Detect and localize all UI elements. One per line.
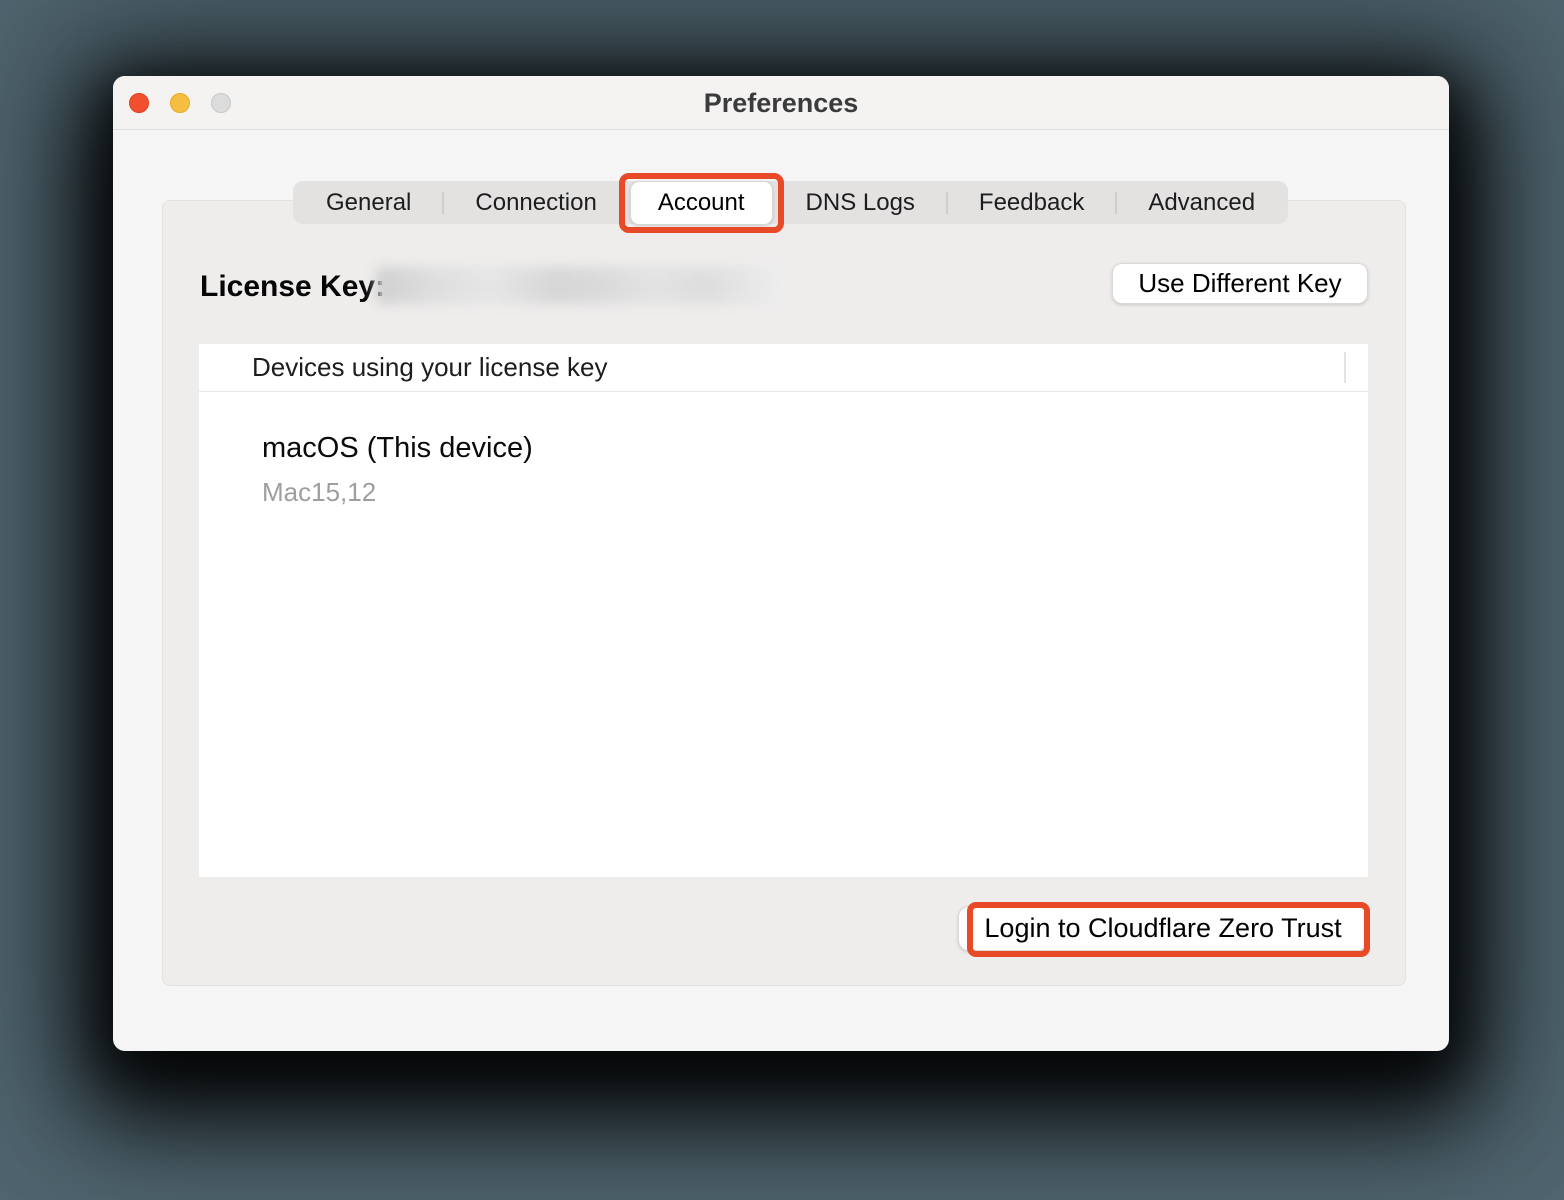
preferences-window: Preferences General Connection Account D… [113, 76, 1449, 1051]
title-bar: Preferences [113, 76, 1449, 130]
devices-table-header-label: Devices using your license key [252, 352, 608, 383]
device-list-item[interactable]: macOS (This device) Mac15,12 [199, 392, 1368, 508]
column-separator[interactable] [1344, 352, 1346, 383]
device-name: macOS (This device) [262, 432, 1368, 465]
devices-table-header[interactable]: Devices using your license key [199, 344, 1368, 392]
tab-advanced[interactable]: Advanced [1117, 181, 1286, 224]
tab-dns-logs[interactable]: DNS Logs [775, 181, 946, 224]
devices-table: Devices using your license key macOS (Th… [199, 344, 1368, 877]
login-zero-trust-button[interactable]: Login to Cloudflare Zero Trust [958, 906, 1368, 951]
use-different-key-button[interactable]: Use Different Key [1112, 263, 1368, 304]
window-title: Preferences [113, 76, 1449, 130]
tab-connection[interactable]: Connection [444, 181, 627, 224]
tab-bar: General Connection Account DNS Logs Feed… [293, 181, 1288, 224]
tab-account[interactable]: Account [630, 181, 773, 225]
license-key-redacted-value [376, 267, 786, 304]
device-model: Mac15,12 [262, 477, 1368, 508]
tab-general[interactable]: General [295, 181, 442, 224]
tab-feedback[interactable]: Feedback [948, 181, 1115, 224]
tab-account-wrap: Account [630, 181, 773, 225]
license-key-label: License Key: [200, 270, 385, 304]
